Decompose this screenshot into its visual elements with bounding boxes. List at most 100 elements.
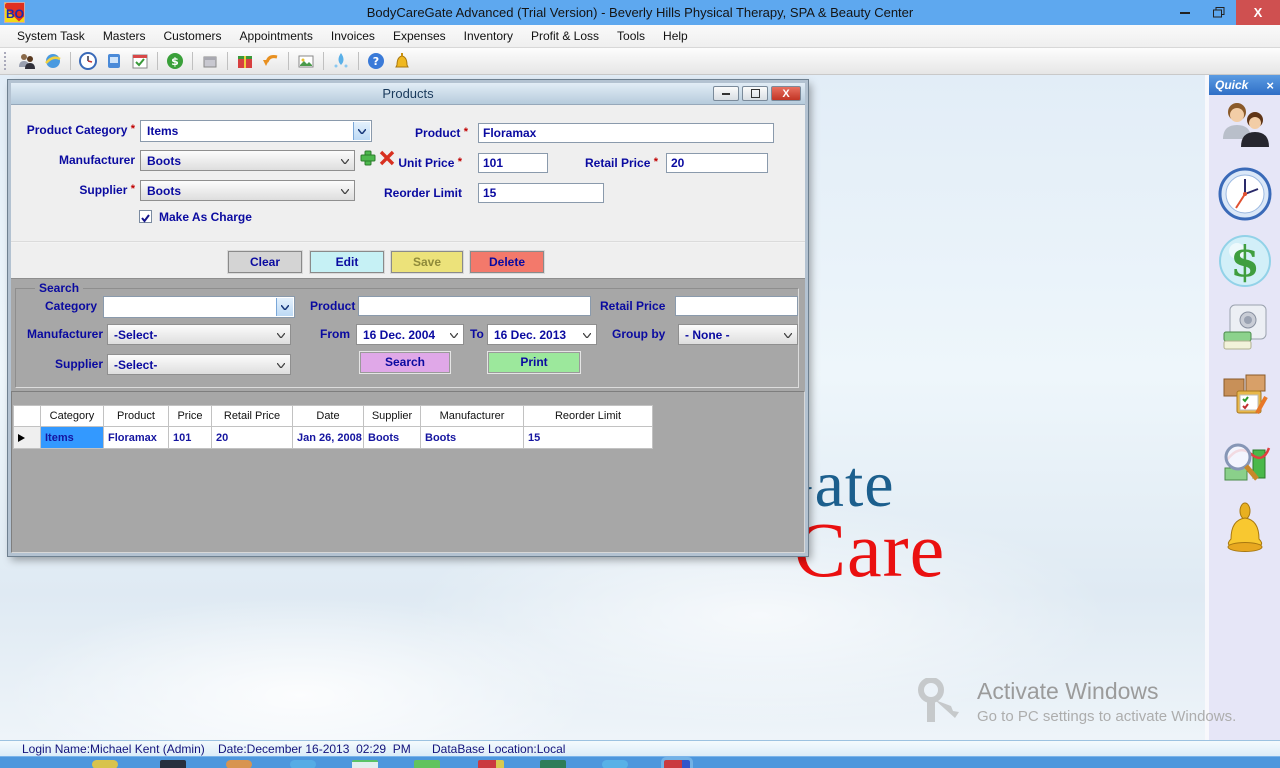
retail-price-label: Retail Price * <box>538 156 658 170</box>
help-icon[interactable]: ? <box>363 49 389 73</box>
taskbar-icon-active[interactable] <box>664 760 690 768</box>
group-by-label: Group by <box>612 327 665 341</box>
from-date-combo[interactable]: 16 Dec. 2004 <box>356 324 464 345</box>
taskbar[interactable] <box>0 756 1280 768</box>
taskbar-icon[interactable] <box>160 760 186 768</box>
gallery-icon[interactable] <box>293 49 319 73</box>
search-button[interactable]: Search <box>360 352 450 373</box>
menu-item-appointments[interactable]: Appointments <box>231 29 322 43</box>
menu-item-system-task[interactable]: System Task <box>8 29 94 43</box>
phone-icon[interactable] <box>101 49 127 73</box>
cell-manufacturer[interactable]: Boots <box>420 426 524 449</box>
search-manufacturer-combo[interactable]: -Select- <box>107 324 291 345</box>
grid-header[interactable]: Reorder Limit <box>523 405 653 427</box>
grid-header[interactable]: Supplier <box>363 405 421 427</box>
grid-header[interactable]: Category <box>40 405 104 427</box>
clock-icon[interactable] <box>1217 166 1273 222</box>
taskbar-icon[interactable] <box>414 760 440 768</box>
undo-icon[interactable] <box>258 49 284 73</box>
search-panel: Search Category Product Retail Price Man… <box>11 278 805 391</box>
minimize-button[interactable] <box>1168 0 1202 25</box>
menu-item-expenses[interactable]: Expenses <box>384 29 455 43</box>
search-product-input[interactable] <box>358 296 591 316</box>
menu-item-customers[interactable]: Customers <box>155 29 231 43</box>
cell-product[interactable]: Floramax <box>103 426 169 449</box>
product-category-combo[interactable]: Items <box>140 120 372 142</box>
window-title: BodyCareGate Advanced (Trial Version) - … <box>0 5 1280 20</box>
taskbar-icon[interactable] <box>352 760 378 768</box>
taskbar-icon[interactable] <box>290 760 316 768</box>
quick-panel-header: Quick × <box>1209 75 1280 95</box>
gift-icon[interactable] <box>232 49 258 73</box>
search-retail-price-input[interactable] <box>675 296 798 316</box>
cell-category[interactable]: Items <box>40 426 104 449</box>
menu-item-help[interactable]: Help <box>654 29 697 43</box>
taskbar-icon[interactable] <box>478 760 504 768</box>
grid-header[interactable]: Date <box>292 405 364 427</box>
vault-icon[interactable] <box>1217 300 1273 356</box>
table-row[interactable]: Items Floramax 101 20 Jan 26, 2008 Boots… <box>14 427 653 449</box>
close-button[interactable]: X <box>1236 0 1280 25</box>
menu-item-masters[interactable]: Masters <box>94 29 155 43</box>
search-supplier-combo[interactable]: -Select- <box>107 354 291 375</box>
clock-icon[interactable] <box>75 49 101 73</box>
taskbar-icon[interactable] <box>92 760 118 768</box>
taskbar-icon[interactable] <box>602 760 628 768</box>
stock-icon[interactable] <box>197 49 223 73</box>
print-button[interactable]: Print <box>488 352 580 373</box>
menu-item-inventory[interactable]: Inventory <box>455 29 522 43</box>
maximize-icon <box>751 89 760 98</box>
grid-header[interactable]: Price <box>168 405 212 427</box>
watermark-care: Care <box>794 505 945 595</box>
cell-retail-price[interactable]: 20 <box>211 426 293 449</box>
supplier-combo[interactable]: Boots <box>140 180 355 201</box>
group-by-combo[interactable]: - None - <box>678 324 798 345</box>
calendar-icon[interactable] <box>127 49 153 73</box>
cell-price[interactable]: 101 <box>168 426 212 449</box>
dialog-maximize-button[interactable] <box>742 86 768 101</box>
grid-header-selector <box>13 405 41 427</box>
grid-header[interactable]: Manufacturer <box>420 405 524 427</box>
splash-icon[interactable] <box>328 49 354 73</box>
dollar-icon[interactable]: $ <box>1217 233 1273 289</box>
activate-title: Activate Windows <box>977 678 1236 705</box>
delete-button[interactable]: Delete <box>470 251 544 273</box>
quick-panel-close-icon[interactable]: × <box>1266 78 1274 93</box>
chevron-down-icon[interactable] <box>276 298 293 316</box>
cell-date[interactable]: Jan 26, 2008 <box>292 426 364 449</box>
travel-icon[interactable] <box>40 49 66 73</box>
manufacturer-combo[interactable]: Boots <box>140 150 355 171</box>
taskbar-icon[interactable] <box>226 760 252 768</box>
grid-header[interactable]: Product <box>103 405 169 427</box>
menu-item-tools[interactable]: Tools <box>608 29 654 43</box>
to-date-combo[interactable]: 16 Dec. 2013 <box>487 324 597 345</box>
dialog-minimize-button[interactable] <box>713 86 739 101</box>
search-product-label: Product <box>310 299 355 313</box>
reorder-limit-input[interactable]: 15 <box>478 183 604 203</box>
edit-button[interactable]: Edit <box>310 251 384 273</box>
make-as-charge-checkbox[interactable] <box>139 210 152 223</box>
money-icon[interactable]: $ <box>162 49 188 73</box>
restore-button[interactable] <box>1202 0 1236 25</box>
dialog-close-button[interactable]: X <box>771 86 801 101</box>
retail-price-input[interactable]: 20 <box>666 153 768 173</box>
quick-panel: Quick × $ <box>1205 75 1280 740</box>
shipment-icon[interactable] <box>1217 367 1273 423</box>
product-input[interactable]: Floramax <box>478 123 774 143</box>
bell-icon[interactable] <box>389 49 415 73</box>
search-category-combo[interactable] <box>103 296 295 318</box>
save-button[interactable]: Save <box>391 251 463 273</box>
product-label: Product * <box>348 126 468 140</box>
staff-icon[interactable] <box>14 49 40 73</box>
clear-button[interactable]: Clear <box>228 251 302 273</box>
couple-icon[interactable] <box>1217 99 1273 155</box>
taskbar-icon[interactable] <box>540 760 566 768</box>
cell-supplier[interactable]: Boots <box>363 426 421 449</box>
cell-reorder-limit[interactable]: 15 <box>523 426 653 449</box>
menu-item-invoices[interactable]: Invoices <box>322 29 384 43</box>
bell-icon[interactable] <box>1217 501 1273 557</box>
menu-item-profit-loss[interactable]: Profit & Loss <box>522 29 608 43</box>
grid-header[interactable]: Retail Price <box>211 405 293 427</box>
report-search-icon[interactable] <box>1217 434 1273 490</box>
row-selector[interactable] <box>13 426 41 449</box>
